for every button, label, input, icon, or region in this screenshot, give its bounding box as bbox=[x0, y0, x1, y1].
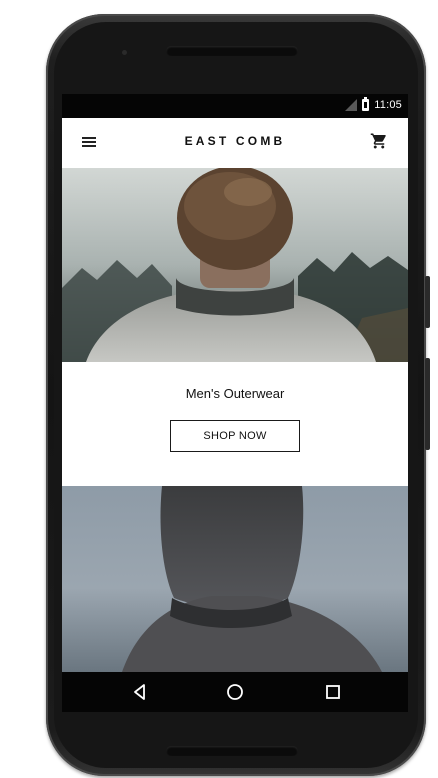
home-icon[interactable] bbox=[225, 682, 245, 702]
status-bar: 11:05 bbox=[62, 94, 408, 118]
power-button[interactable] bbox=[425, 276, 430, 328]
status-icons: 11:05 bbox=[345, 97, 402, 111]
bottom-speaker bbox=[166, 746, 298, 756]
shop-now-button[interactable]: SHOP NOW bbox=[170, 420, 300, 452]
promo-title: Men's Outerwear bbox=[185, 386, 285, 401]
navigation-bar bbox=[62, 672, 408, 712]
cart-icon[interactable] bbox=[370, 132, 388, 150]
status-time: 11:05 bbox=[374, 99, 402, 111]
app-title: EAST COMB bbox=[184, 134, 286, 148]
signal-icon bbox=[345, 99, 358, 111]
battery-icon bbox=[362, 97, 370, 111]
front-camera bbox=[122, 50, 127, 55]
promo-panel: Men's Outerwear SHOP NOW bbox=[62, 362, 408, 486]
volume-button[interactable] bbox=[425, 358, 430, 450]
app-bar: EAST COMB bbox=[62, 118, 408, 168]
hero-image-outerwear[interactable] bbox=[62, 168, 408, 362]
top-speaker bbox=[166, 46, 298, 56]
back-icon[interactable] bbox=[130, 682, 150, 702]
hero-image-knitwear[interactable] bbox=[62, 486, 408, 672]
recent-apps-icon[interactable] bbox=[323, 682, 343, 702]
stage: 11:05 EAST COMB Men's Outerwear SHOP NOW bbox=[0, 0, 438, 778]
screen: 11:05 EAST COMB Men's Outerwear SHOP NOW bbox=[62, 94, 408, 712]
